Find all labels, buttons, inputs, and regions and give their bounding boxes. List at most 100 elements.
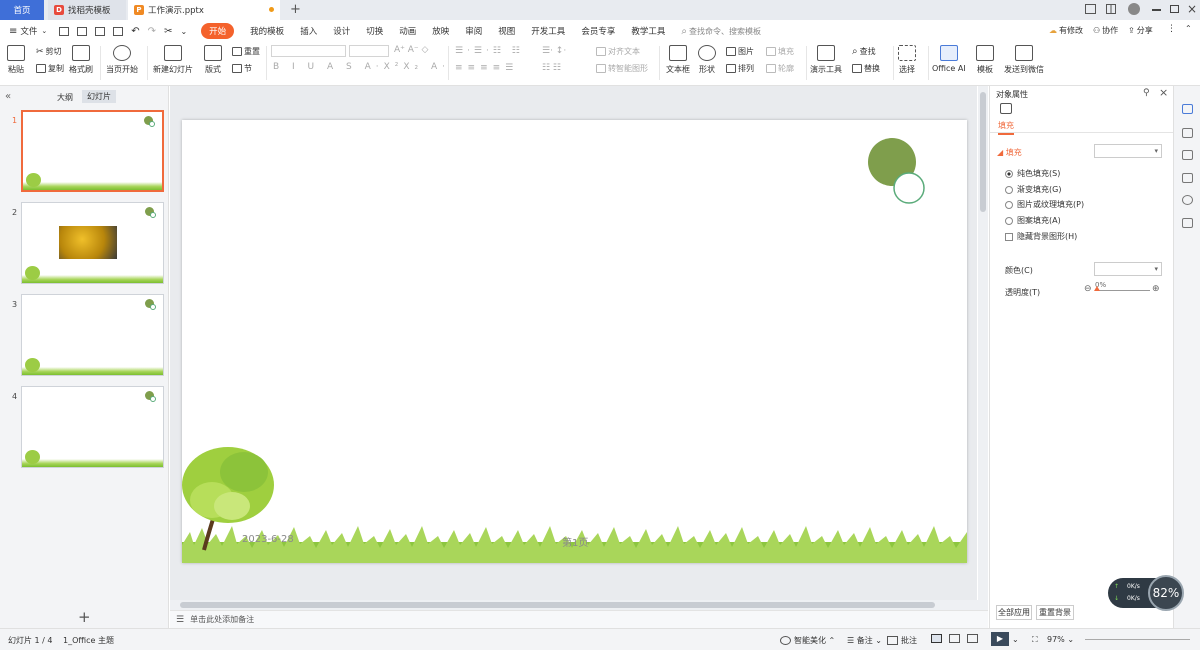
collapse-ribbon-icon[interactable]: ⌃ [1185, 24, 1192, 33]
outline-tab[interactable]: 大纲 [57, 92, 73, 103]
close-icon[interactable]: × [1187, 2, 1197, 16]
notes-pane[interactable]: ☰ 单击此处添加备注 [170, 610, 988, 628]
template-button[interactable]: 模板 [976, 45, 994, 75]
redo-icon[interactable]: ↷ [148, 26, 156, 37]
font-style-buttons[interactable]: B I U A S A·X²X₂ A· [273, 62, 450, 72]
quick-access-more-icon[interactable]: ⌄ [180, 27, 187, 36]
smart-beautify-button[interactable]: 智能美化 ⌃ [780, 635, 835, 646]
panel-title[interactable]: 对象属性 [996, 89, 1028, 100]
slide-page-number[interactable]: 第1页 [562, 534, 588, 549]
save-icon[interactable] [59, 26, 70, 36]
cut-button[interactable]: ✂ 剪切 [36, 46, 62, 57]
font-size-select[interactable] [349, 45, 389, 57]
horizontal-scrollbar[interactable] [170, 600, 988, 610]
zoom-slider[interactable] [1085, 639, 1190, 640]
transparency-slider[interactable] [1095, 290, 1150, 291]
slide-date[interactable]: 2023-6-28 [242, 534, 294, 545]
command-search-input[interactable]: 查找命令、搜索模板 [689, 26, 761, 37]
format-clear-icon[interactable]: ✂ [164, 26, 172, 37]
shape-button[interactable]: 形状 [698, 45, 716, 75]
animation-icon[interactable] [1182, 128, 1193, 138]
menu-tab[interactable]: 动画 [399, 25, 416, 37]
pin-icon[interactable]: ⚲ [1143, 88, 1150, 98]
gradient-fill-option[interactable]: 渐变填充(G) [1005, 184, 1061, 195]
menu-tab[interactable]: 插入 [300, 25, 317, 37]
new-slide-button[interactable]: 新建幻灯片 [153, 45, 193, 75]
print-preview-icon[interactable] [113, 26, 124, 36]
menu-tab[interactable]: 视图 [498, 25, 515, 37]
reset-background-button[interactable]: 重置背景 [1036, 605, 1074, 620]
minimize-icon[interactable] [1152, 9, 1161, 11]
close-panel-icon[interactable]: × [1159, 86, 1168, 99]
text-box-button[interactable]: 文本框 [666, 45, 690, 75]
tab-home[interactable]: 首页 [0, 0, 44, 20]
menu-file[interactable]: 文件 [20, 25, 37, 37]
section-button[interactable]: 节 [232, 63, 252, 74]
outlined-green-circle[interactable] [893, 172, 925, 204]
current-slide[interactable]: 2023-6-28 第1页 [182, 120, 967, 563]
line-spacing-button[interactable]: ☰· ↕· [542, 46, 566, 56]
changes-button[interactable]: ☁ 有修改 [1049, 25, 1083, 36]
slide-switch-icon[interactable] [1182, 150, 1193, 160]
horizontal-scroll-thumb[interactable] [180, 602, 935, 608]
play-from-current-button[interactable]: 当页开始 [106, 45, 138, 75]
chevron-down-icon[interactable]: ⌄ [41, 27, 47, 35]
add-slide-button[interactable]: + [78, 608, 91, 626]
layout-button[interactable]: 版式 [204, 45, 222, 75]
restore-icon[interactable] [1170, 5, 1179, 13]
tab-template[interactable]: D 找稻壳模板 [48, 0, 126, 20]
slide-thumbnail-1[interactable] [21, 110, 164, 192]
print-icon[interactable] [95, 26, 106, 36]
comments-button[interactable]: 批注 [887, 635, 917, 646]
menu-tab[interactable]: 教学工具 [631, 25, 665, 37]
align-text-button[interactable]: 对齐文本 [596, 46, 640, 57]
fill-button[interactable]: 填充 [766, 46, 794, 57]
paragraph-align-buttons[interactable]: ≡≡≡≡☰ [455, 63, 518, 73]
color-select[interactable]: ▾ [1094, 262, 1162, 276]
menu-tab[interactable]: 开发工具 [531, 25, 565, 37]
hide-background-checkbox[interactable]: 隐藏背景图形(H) [1005, 231, 1077, 242]
network-monitor-widget[interactable]: ↑ 0K/s ↓ 0K/s 82% [1108, 575, 1184, 611]
slide-sorter-button[interactable] [949, 634, 963, 643]
decrease-transparency-button[interactable]: ⊖ [1084, 284, 1092, 294]
transparency-slider-handle[interactable] [1094, 286, 1100, 291]
collab-button[interactable]: ⚇ 协作 [1093, 25, 1118, 36]
fill-color-select[interactable]: ▾ [1094, 144, 1162, 158]
text-direction-button[interactable]: ☷ ☷ [542, 63, 561, 73]
backup-icon[interactable] [1182, 218, 1193, 228]
pattern-fill-option[interactable]: 图案填充(A) [1005, 215, 1061, 226]
reading-view-button[interactable] [967, 634, 981, 643]
menu-tab[interactable]: 放映 [432, 25, 449, 37]
image-library-icon[interactable] [1182, 173, 1193, 183]
hamburger-icon[interactable]: ≡ [9, 26, 17, 37]
normal-view-button[interactable] [931, 634, 945, 643]
menu-tab[interactable]: 设计 [333, 25, 350, 37]
apply-all-button[interactable]: 全部应用 [996, 605, 1032, 620]
export-pdf-icon[interactable] [77, 26, 88, 36]
select-button[interactable]: 选择 [898, 45, 916, 75]
undo-icon[interactable]: ↶ [131, 26, 139, 37]
format-painter-button[interactable]: 格式刷 [69, 45, 93, 75]
slide-thumbnail-3[interactable] [21, 294, 164, 376]
presenter-tools-button[interactable]: 演示工具 [810, 45, 842, 75]
tab-active-document[interactable]: P 工作演示.pptx [128, 0, 280, 20]
menu-tab[interactable]: 切换 [366, 25, 383, 37]
send-wechat-button[interactable]: 发送到微信 [1004, 45, 1044, 75]
replace-button[interactable]: 替换 [852, 63, 880, 74]
vertical-scrollbar[interactable] [978, 86, 988, 600]
solid-fill-option[interactable]: 纯色填充(S) [1005, 168, 1060, 179]
find-button[interactable]: ⌕ 查找 [852, 46, 876, 57]
zoom-level[interactable]: 97% ⌄ [1047, 635, 1074, 644]
slide-thumbnail-4[interactable] [21, 386, 164, 468]
smart-art-button[interactable]: 转智能图形 [596, 63, 648, 74]
outline-button[interactable]: 轮廓 [766, 63, 794, 74]
menu-tab[interactable]: 审阅 [465, 25, 482, 37]
vertical-scroll-thumb[interactable] [980, 92, 986, 212]
menu-tab[interactable]: 开始 [201, 23, 235, 39]
slide-thumbnail-2[interactable] [21, 202, 164, 284]
slideshow-options-icon[interactable]: ⌄ [1012, 635, 1019, 644]
copy-button[interactable]: 复制 [36, 63, 64, 74]
menu-tab[interactable]: 会员专享 [581, 25, 615, 37]
location-icon[interactable] [1182, 195, 1193, 205]
slides-tab[interactable]: 幻灯片 [82, 90, 116, 103]
